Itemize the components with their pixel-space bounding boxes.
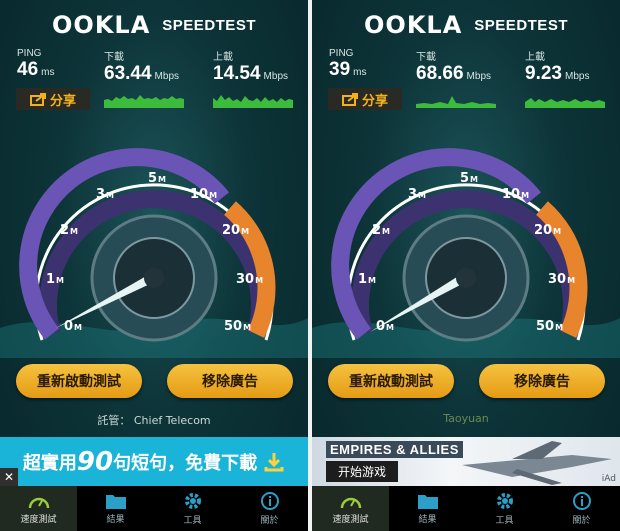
download-icon [264, 452, 284, 471]
download-value: 68.66 [416, 63, 464, 84]
ad-play-button[interactable]: 开始游戏 [326, 461, 399, 482]
tick-0: 0M [376, 319, 394, 334]
tab-results[interactable]: 結果 [77, 486, 154, 531]
tab-tools[interactable]: 工具 [466, 486, 543, 531]
download-label: 下載 [104, 52, 124, 63]
ping-stat: PING 46 ms [17, 48, 54, 84]
upload-unit: Mbps [263, 71, 288, 82]
gear-icon [184, 493, 201, 509]
upload-value: 9.23 [525, 63, 562, 84]
download-unit: Mbps [154, 71, 179, 82]
ad-text-number: 90 [76, 446, 114, 477]
ping-value: 39 [329, 59, 351, 80]
speedtest-screen-right: OOKLA SPEEDTEST PING 39 ms 下載 68.66 Mbps 上… [312, 0, 620, 531]
share-button[interactable]: 分享 [16, 88, 90, 110]
ping-stat: PING 39 ms [329, 48, 366, 84]
tab-label: 工具 [495, 516, 514, 526]
upload-graph [525, 90, 605, 108]
ad-text-suffix: 句短句，免費下載 [113, 452, 258, 474]
tab-label: 結果 [106, 515, 125, 525]
share-label: 分享 [49, 93, 76, 109]
ookla-logo: OOKLA [52, 11, 151, 39]
upload-label: 上載 [525, 52, 545, 63]
speed-gauge: 0M 1M 2M 3M 5M 10M 20M 30M 50M [312, 148, 620, 358]
bottom-tab-bar: 速度測試 結果 工具 關於 [312, 486, 620, 531]
iad-label: iAd [601, 474, 616, 484]
download-graph [416, 90, 496, 108]
ping-unit: ms [353, 67, 367, 78]
download-stat: 下載 68.66 Mbps [416, 48, 491, 88]
remove-ads-button[interactable]: 移除廣告 [479, 364, 605, 398]
share-button[interactable]: 分享 [328, 88, 402, 110]
app-header: OOKLA SPEEDTEST [312, 8, 620, 42]
screenshot-pair: OOKLA SPEEDTEST PING 46 ms 下載 63.44 Mbps 上… [0, 0, 620, 531]
speed-gauge: 0M 1M 2M 3M 5M 10M 20M 30M 50M [0, 148, 308, 358]
download-value: 63.44 [104, 63, 152, 84]
ad-game-title: EMPIRES & ALLIES [326, 441, 463, 458]
restart-test-button[interactable]: 重新啟動測試 [16, 364, 142, 398]
tick-3: 3M [408, 187, 426, 202]
upload-stat: 上載 9.23 Mbps [525, 48, 589, 88]
ad-banner[interactable]: EMPIRES & ALLIES 开始游戏 iAd [312, 437, 620, 486]
tab-results[interactable]: 結果 [389, 486, 466, 531]
ping-unit: ms [41, 67, 55, 78]
tab-tools[interactable]: 工具 [154, 486, 231, 531]
folder-icon [105, 495, 126, 509]
app-header: OOKLA SPEEDTEST [0, 8, 308, 42]
tab-speedtest[interactable]: 速度測試 [0, 486, 77, 531]
download-unit: Mbps [466, 71, 491, 82]
share-icon [29, 92, 46, 106]
tab-label: 關於 [572, 516, 591, 526]
ping-label: PING [17, 48, 42, 59]
download-stat: 下載 63.44 Mbps [104, 48, 179, 88]
ad-close-button[interactable]: ✕ [0, 468, 18, 486]
upload-unit: Mbps [564, 71, 590, 82]
tick-3: 3M [96, 187, 114, 202]
gear-icon [496, 493, 513, 509]
download-label: 下載 [416, 52, 436, 63]
tab-label: 速度測試 [20, 515, 57, 525]
tab-label: 工具 [183, 516, 202, 526]
speedtest-title: SPEEDTEST [162, 16, 256, 34]
restart-test-button[interactable]: 重新啟動測試 [328, 364, 454, 398]
tick-50: 50M [224, 319, 251, 334]
remove-ads-button[interactable]: 移除廣告 [167, 364, 293, 398]
speedometer-icon [340, 497, 361, 509]
speedtest-title: SPEEDTEST [474, 16, 568, 34]
upload-value: 14.54 [213, 63, 261, 84]
tab-speedtest[interactable]: 速度測試 [312, 486, 389, 531]
share-icon [341, 92, 358, 106]
download-graph [104, 90, 184, 108]
ad-banner[interactable]: 超實用 90 句短句，免費下載 ✕ [0, 437, 308, 486]
upload-graph [213, 90, 293, 108]
ping-label: PING [329, 48, 354, 59]
host-label: Taoyuan [443, 412, 489, 425]
host-label: 託管： Chief Telecom [97, 414, 211, 427]
tab-about[interactable]: 關於 [231, 486, 308, 531]
bottom-tab-bar: 速度測試 結果 工具 關於 [0, 486, 308, 531]
folder-icon [417, 495, 438, 509]
upload-stat: 上載 14.54 Mbps [213, 48, 288, 88]
speedometer-icon [28, 497, 49, 509]
ad-text-prefix: 超實用 [22, 452, 77, 474]
info-icon [260, 492, 279, 510]
tab-about[interactable]: 關於 [543, 486, 620, 531]
speedtest-screen-left: OOKLA SPEEDTEST PING 46 ms 下載 63.44 Mbps 上… [0, 0, 308, 531]
upload-label: 上載 [213, 52, 233, 63]
info-icon [572, 492, 591, 510]
ookla-logo: OOKLA [364, 11, 463, 39]
tick-5: 5M [148, 171, 166, 186]
tick-50: 50M [536, 319, 563, 334]
tab-label: 結果 [418, 515, 437, 525]
tick-5: 5M [460, 171, 478, 186]
tab-label: 關於 [260, 516, 279, 526]
tab-label: 速度測試 [332, 515, 369, 525]
share-label: 分享 [361, 93, 388, 109]
ping-value: 46 [17, 59, 39, 80]
tick-0: 0M [64, 319, 82, 334]
